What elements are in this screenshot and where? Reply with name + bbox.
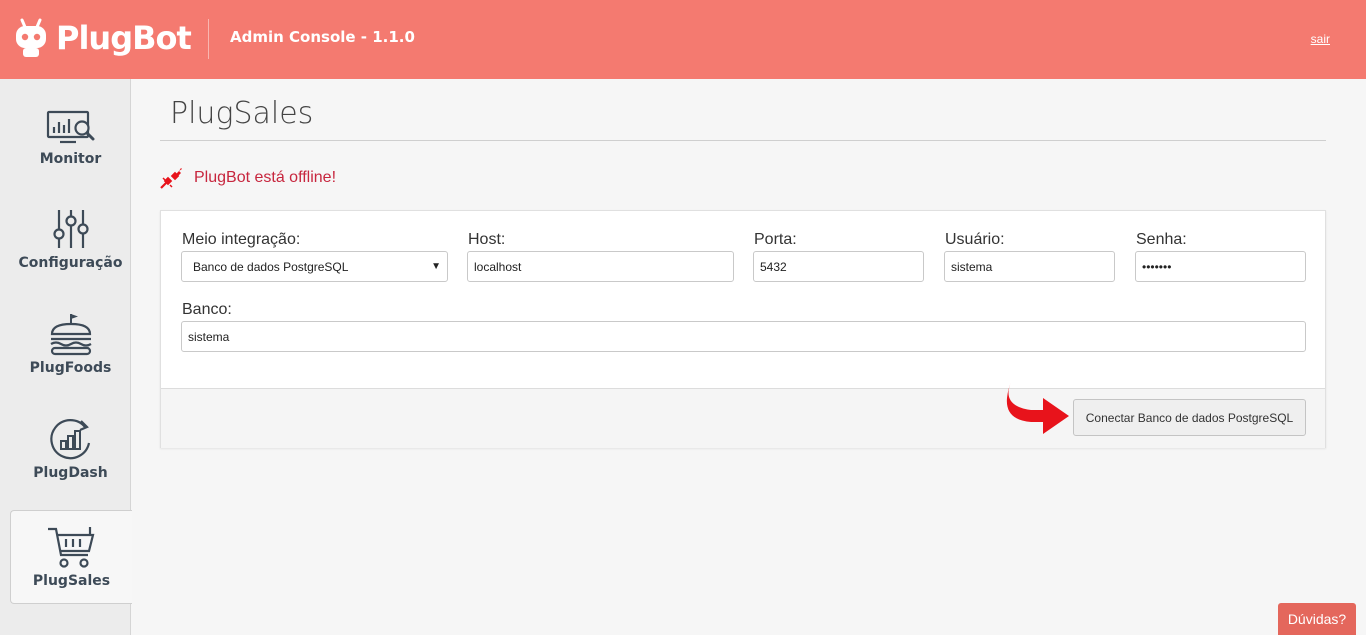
monitor-search-icon — [46, 110, 94, 144]
sidebar-item-label: PlugFoods — [29, 360, 112, 376]
caret-down-icon: ▼ — [431, 261, 441, 272]
disconnected-plug-icon — [160, 168, 182, 189]
password-label: Senha: — [1136, 231, 1187, 248]
top-header: PlugBot Admin Console - 1.1.0 sair — [0, 0, 1366, 79]
user-label: Usuário: — [945, 231, 1005, 248]
port-label: Porta: — [754, 231, 797, 248]
app-title: Admin Console - 1.1.0 — [230, 28, 415, 46]
sidebar-item-label: Monitor — [39, 151, 102, 167]
user-input[interactable] — [944, 251, 1115, 282]
integration-select[interactable]: Banco de dados PostgreSQL ▼ — [181, 251, 448, 282]
status-message: PlugBot está offline! — [160, 166, 336, 190]
header-divider — [208, 19, 209, 59]
sidebar-item-plugsales[interactable]: PlugSales — [10, 510, 132, 604]
brand-name: PlugBot — [56, 19, 192, 57]
sidebar-item-label: PlugDash — [33, 465, 108, 481]
chart-refresh-icon — [49, 419, 90, 460]
sidebar-item-configuracao[interactable]: Configuração — [10, 207, 131, 301]
sidebar-item-label: PlugSales — [32, 573, 111, 589]
sidebar-item-monitor[interactable]: Monitor — [10, 109, 131, 203]
robot-icon — [16, 18, 46, 57]
integration-select-value: Banco de dados PostgreSQL — [193, 259, 349, 274]
sidebar-item-plugfoods[interactable]: PlugFoods — [10, 312, 131, 406]
database-label: Banco: — [182, 301, 232, 318]
sidebar-item-label: Configuração — [18, 255, 123, 271]
status-text: PlugBot está offline! — [194, 169, 337, 186]
page-title: PlugSales — [170, 96, 314, 131]
password-input[interactable] — [1135, 251, 1306, 282]
host-input[interactable] — [467, 251, 734, 282]
connect-database-button[interactable]: Conectar Banco de dados PostgreSQL — [1073, 399, 1306, 436]
help-button[interactable]: Dúvidas? — [1278, 603, 1356, 635]
sidebar-item-plugdash[interactable]: PlugDash — [10, 417, 131, 511]
title-divider — [160, 140, 1326, 141]
cart-icon — [47, 527, 94, 568]
database-input[interactable] — [181, 321, 1306, 352]
host-label: Host: — [468, 231, 506, 248]
sidebar: Monitor Configuração PlugFoods PlugDash … — [0, 79, 132, 635]
sliders-icon — [52, 210, 89, 248]
brand-logo: PlugBot — [14, 17, 192, 59]
connection-form-card: Meio integração: Banco de dados PostgreS… — [160, 210, 1326, 448]
card-footer: Conectar Banco de dados PostgreSQL — [161, 388, 1325, 448]
burger-icon — [49, 314, 92, 356]
red-curved-arrow-icon — [1006, 382, 1069, 434]
port-input[interactable] — [753, 251, 924, 282]
logout-link[interactable]: sair — [1311, 32, 1330, 46]
integration-label: Meio integração: — [182, 231, 301, 248]
